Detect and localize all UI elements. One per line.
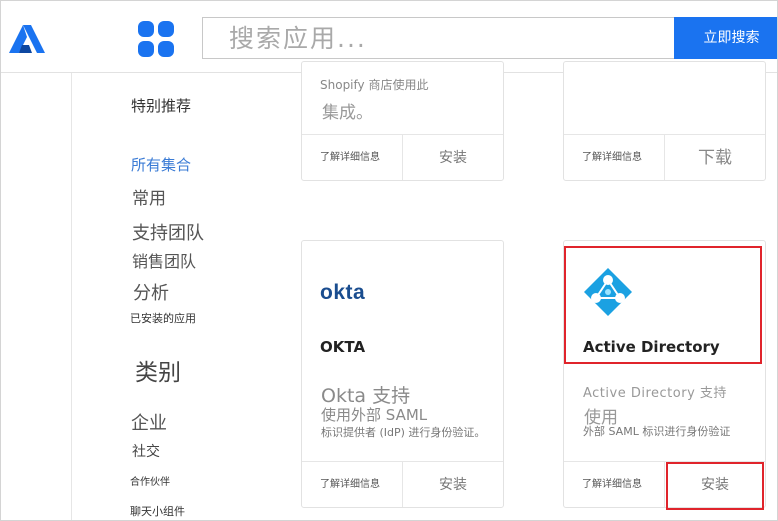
- sidebar-item-support-team[interactable]: 支持团队: [132, 219, 204, 245]
- search-box: [202, 17, 676, 59]
- search-input[interactable]: [203, 18, 676, 58]
- search-button[interactable]: 立即搜索: [674, 17, 777, 59]
- card-description: 集成。: [322, 103, 373, 123]
- app-window: 立即搜索 特别推荐 所有集合 常用 支持团队 销售团队 分析 已安装的应用 类别…: [0, 0, 778, 521]
- card-description: 标识提供者 (IdP) 进行身份验证。: [321, 426, 486, 439]
- sidebar-item-all-collections[interactable]: 所有集合: [131, 154, 191, 175]
- card-footer: 了解详细信息 安装: [302, 461, 503, 507]
- app-card-okta: okta OKTA Okta 支持 使用外部 SAML 标识提供者 (IdP) …: [301, 240, 504, 508]
- card-description: Shopify 商店使用此: [320, 78, 429, 92]
- sidebar-item-sales-team[interactable]: 销售团队: [132, 248, 196, 272]
- install-button[interactable]: 安装: [403, 135, 503, 180]
- highlight-box-install: [666, 462, 764, 510]
- card-footer: 了解详细信息 安装: [302, 134, 503, 180]
- sidebar-item-installed-apps[interactable]: 已安装的应用: [130, 310, 196, 326]
- learn-more-link[interactable]: 了解详细信息: [564, 462, 665, 507]
- sidebar-category-heading: 类别: [135, 360, 181, 386]
- sidebar-item-partners[interactable]: 合作伙伴: [130, 473, 170, 488]
- download-button[interactable]: 下载: [665, 135, 765, 180]
- learn-more-link[interactable]: 了解详细信息: [302, 135, 403, 180]
- okta-logo: okta: [320, 281, 366, 304]
- install-button[interactable]: 安装: [403, 462, 503, 507]
- left-rail: [1, 1, 72, 520]
- learn-more-link[interactable]: 了解详细信息: [564, 135, 665, 180]
- sidebar-item-enterprise[interactable]: 企业: [131, 409, 167, 435]
- app-card-top-right: 了解详细信息 下载: [563, 61, 766, 181]
- sidebar-item-social[interactable]: 社交: [132, 441, 160, 461]
- card-description: 外部 SAML 标识进行身份验证: [583, 425, 731, 438]
- card-title: OKTA: [320, 338, 366, 356]
- highlight-box-active-directory: [564, 246, 762, 364]
- sidebar-item-chat-widgets[interactable]: 聊天小组件: [130, 503, 185, 519]
- learn-more-link[interactable]: 了解详细信息: [302, 462, 403, 507]
- sidebar-item-featured[interactable]: 特别推荐: [131, 95, 191, 116]
- card-description: 使用外部 SAML: [321, 406, 428, 424]
- sidebar-item-common[interactable]: 常用: [132, 184, 166, 209]
- card-description: Active Directory 支持: [583, 386, 727, 401]
- sidebar-item-analysis[interactable]: 分析: [133, 279, 169, 305]
- brand-logo-icon[interactable]: [9, 23, 45, 55]
- app-card-shopify: Shopify 商店使用此 集成。 了解详细信息 安装: [301, 61, 504, 181]
- card-footer: 了解详细信息 下载: [564, 134, 765, 180]
- apps-grid-icon[interactable]: [138, 21, 174, 57]
